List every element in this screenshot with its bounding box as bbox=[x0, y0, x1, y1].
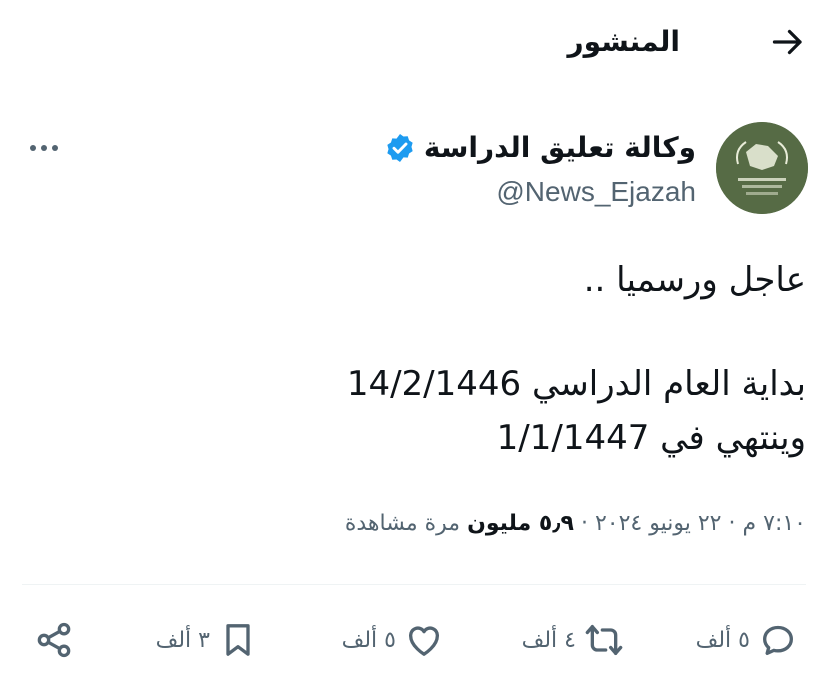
agency-logo-icon bbox=[716, 122, 808, 214]
tweet-meta: ٧:١٠ م · ٢٢ يونيو ٢٠٢٤ · ٥٫٩ مليون مرة م… bbox=[26, 506, 806, 542]
avatar[interactable] bbox=[716, 122, 808, 214]
like-button[interactable]: ٥ ألف bbox=[342, 612, 444, 668]
retweet-button[interactable]: ٤ ألف bbox=[522, 612, 624, 668]
meta-separator: · bbox=[728, 511, 736, 536]
page-title: المنشور bbox=[567, 25, 680, 58]
views-label: مرة مشاهدة bbox=[344, 511, 461, 536]
author-name[interactable]: وكالة تعليق الدراسة bbox=[424, 128, 696, 168]
tweet-date[interactable]: ٢٢ يونيو ٢٠٢٤ bbox=[595, 511, 722, 536]
share-icon bbox=[37, 622, 71, 658]
author-name-row[interactable]: وكالة تعليق الدراسة bbox=[384, 128, 696, 168]
reply-count: ٥ ألف bbox=[695, 627, 750, 653]
bookmark-count: ٣ ألف bbox=[155, 627, 210, 653]
tweet-time[interactable]: ٧:١٠ م bbox=[743, 511, 807, 536]
reply-button[interactable]: ٥ ألف bbox=[696, 612, 798, 668]
tweet-text-line: عاجل ورسميا .. bbox=[583, 260, 806, 300]
more-dots-icon bbox=[41, 145, 47, 151]
more-dots-icon bbox=[30, 145, 36, 151]
retweet-icon bbox=[585, 625, 623, 655]
author-handle[interactable]: @News_Ejazah bbox=[496, 172, 696, 212]
arrow-right-icon bbox=[772, 29, 802, 55]
back-button[interactable] bbox=[768, 22, 808, 62]
bookmark-icon bbox=[226, 624, 250, 656]
more-dots-icon bbox=[52, 145, 58, 151]
top-bar: المنشور bbox=[0, 18, 828, 66]
like-count: ٥ ألف bbox=[341, 627, 396, 653]
meta-separator: · bbox=[580, 511, 588, 536]
action-bar: ٥ ألف ٤ ألف ٥ ألف ٣ ألف bbox=[0, 612, 828, 668]
divider bbox=[22, 584, 806, 585]
retweet-count: ٤ ألف bbox=[521, 627, 576, 653]
verified-badge-icon bbox=[387, 134, 413, 162]
bookmark-button[interactable]: ٣ ألف bbox=[156, 612, 258, 668]
share-button[interactable] bbox=[34, 612, 74, 668]
more-options-button[interactable] bbox=[24, 132, 64, 164]
heart-icon bbox=[409, 626, 439, 656]
tweet-text-line: بداية العام الدراسي 14/2/1446 bbox=[346, 364, 806, 404]
post-page: المنشور وكالة تعليق الدراسة @News_Ejazah… bbox=[0, 0, 828, 690]
views-count: ٥٫٩ مليون bbox=[467, 511, 574, 536]
reply-icon bbox=[763, 625, 793, 655]
tweet-text-line: وينتهي في 1/1/1447 bbox=[496, 418, 806, 458]
